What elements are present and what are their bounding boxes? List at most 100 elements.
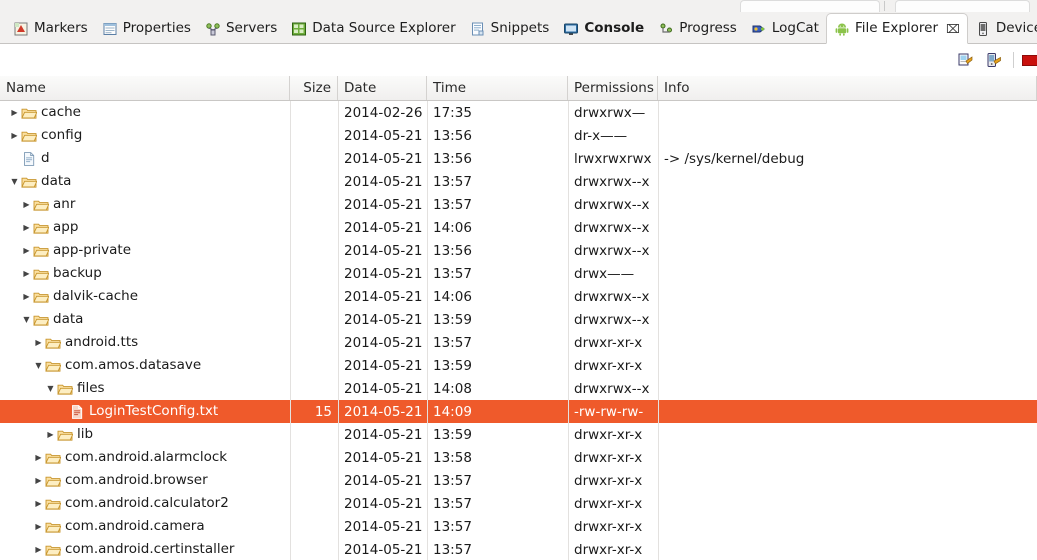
close-icon[interactable]: ⌧ [946,23,960,35]
chevron-down-icon[interactable]: ▼ [8,177,21,186]
chevron-right-icon[interactable]: ▶ [32,545,45,554]
cell-info [658,492,1037,515]
file-name-label: com.amos.datasave [65,356,202,373]
cell-time-value: 13:57 [433,495,472,512]
tab-console[interactable]: Console [556,15,651,43]
chevron-right-icon[interactable]: ▶ [32,499,45,508]
tab-label: Servers [225,20,278,37]
chevron-right-icon[interactable]: ▶ [20,292,33,301]
column-header-size[interactable]: Size [290,76,338,100]
table-row[interactable]: ▶ com.android.camera 2014-05-21 13:57 drwxr… [0,515,1037,538]
cell-time-value: 13:57 [433,541,472,558]
cell-name: ▶ cache [0,101,290,124]
cell-date: 2014-05-21 [338,216,427,239]
file-name-label: files [77,379,105,396]
cell-time-value: 13:56 [433,127,472,144]
tab-properties[interactable]: Properties [95,15,198,43]
folder-icon [21,128,37,144]
file-name-label: com.android.alarmclock [65,448,228,465]
pull-file-icon[interactable] [955,49,977,71]
chevron-right-icon[interactable]: ▶ [32,338,45,347]
cell-time: 13:57 [427,193,568,216]
tab-servers[interactable]: Servers [198,15,284,43]
folder-icon [33,266,49,282]
cell-name: ▶ anr [0,193,290,216]
folder-icon [45,335,61,351]
cell-time-value: 13:57 [433,173,472,190]
push-file-icon[interactable] [983,49,1005,71]
table-row-selected[interactable]: LoginTestConfig.txt 15 2014-05-21 14:09 -rw-… [0,400,1037,423]
chevron-right-icon[interactable]: ▶ [32,453,45,462]
column-header-date[interactable]: Date [338,76,427,100]
database-icon [291,21,307,37]
table-row[interactable]: ▶ cache 2014-02-26 17:35 drwxrwx— [0,101,1037,124]
cell-info [658,262,1037,285]
chevron-right-icon[interactable]: ▶ [44,430,57,439]
chevron-down-icon[interactable]: ▼ [44,384,57,393]
table-row[interactable]: ▶ com.android.calculator2 2014-05-21 13:57… [0,492,1037,515]
table-row[interactable]: ▶ app-private 2014-05-21 13:56 drwxrwx--x [0,239,1037,262]
stop-button[interactable] [1020,49,1037,71]
tab-logcat[interactable]: LogCat [744,15,826,43]
chevron-right-icon[interactable]: ▶ [8,131,21,140]
column-header-permissions[interactable]: Permissions [568,76,658,100]
table-row[interactable]: ▶ com.android.certinstaller 2014-05-21 13:… [0,538,1037,560]
cell-date-value: 2014-05-21 [344,196,423,213]
table-row[interactable]: ▶ backup 2014-05-21 13:57 drwx—— [0,262,1037,285]
chevron-down-icon[interactable]: ▼ [20,315,33,324]
properties-icon [102,21,118,37]
table-row[interactable]: ▶ config 2014-05-21 13:56 dr-x—— [0,124,1037,147]
cell-time-value: 13:56 [433,242,472,259]
chevron-right-icon[interactable]: ▶ [20,269,33,278]
tab-devices[interactable]: Devices [968,15,1037,43]
cell-permissions: drwxr-xr-x [568,492,658,515]
table-row[interactable]: ▶ com.android.alarmclock 2014-05-21 13:58 d… [0,446,1037,469]
table-row[interactable]: ▶ com.android.browser 2014-05-21 13:57 drwx… [0,469,1037,492]
table-row[interactable]: ▼ data 2014-05-21 13:57 drwxrwx--x [0,170,1037,193]
cell-permissions-value: drwxr-xr-x [574,541,643,558]
chevron-down-icon[interactable]: ▼ [32,361,45,370]
column-header-info[interactable]: Info [658,76,1037,100]
file-name-label: config [41,126,83,143]
ghost-separator [884,1,885,11]
chevron-right-icon[interactable]: ▶ [32,522,45,531]
table-row[interactable]: ▼ files 2014-05-21 14:08 drwxrwx--x [0,377,1037,400]
cell-permissions: drwxr-xr-x [568,469,658,492]
cell-time: 13:56 [427,239,568,262]
cell-permissions: drwxr-xr-x [568,515,658,538]
chevron-right-icon[interactable]: ▶ [8,108,21,117]
file-name-label: anr [53,195,76,212]
column-header-name[interactable]: Name [0,76,290,100]
tab-markers[interactable]: Markers [6,15,95,43]
cell-size [290,124,338,147]
cell-info: -> /sys/kernel/debug [658,147,1037,170]
table-row[interactable]: ▶ anr 2014-05-21 13:57 drwxrwx--x [0,193,1037,216]
tab-snippets[interactable]: Snippets [463,15,557,43]
folder-icon [33,243,49,259]
tab-data-source-explorer[interactable]: Data Source Explorer [284,15,462,43]
table-row[interactable]: d 2014-05-21 13:56 lrwxrwxrwx -> /sys/kernel… [0,147,1037,170]
chevron-right-icon[interactable]: ▶ [20,223,33,232]
table-row[interactable]: ▶ app 2014-05-21 14:06 drwxrwx--x [0,216,1037,239]
cell-permissions-value: drwxr-xr-x [574,495,643,512]
cell-time-value: 17:35 [433,104,472,121]
file-name-label: com.android.certinstaller [65,540,235,557]
tab-file-explorer[interactable]: File Explorer ⌧ [825,13,968,44]
chevron-right-icon[interactable]: ▶ [20,200,33,209]
tab-progress[interactable]: Progress [651,15,744,43]
cell-time: 13:59 [427,308,568,331]
column-header-label: Time [433,80,467,96]
cell-size [290,515,338,538]
table-row[interactable]: ▼ com.amos.datasave 2014-05-21 13:59 drwxr-… [0,354,1037,377]
table-row[interactable]: ▶ android.tts 2014-05-21 13:57 drwxr-xr-x [0,331,1037,354]
table-row[interactable]: ▶ lib 2014-05-21 13:59 drwxr-xr-x [0,423,1037,446]
cell-permissions-value: drwxrwx--x [574,173,650,190]
cell-date-value: 2014-05-21 [344,150,423,167]
cell-info [658,170,1037,193]
table-row[interactable]: ▶ dalvik-cache 2014-05-21 14:06 drwxrwx--x [0,285,1037,308]
chevron-right-icon[interactable]: ▶ [20,246,33,255]
cell-name: ▶ android.tts [0,331,290,354]
column-header-time[interactable]: Time [427,76,568,100]
table-row[interactable]: ▼ data 2014-05-21 13:59 drwxrwx--x [0,308,1037,331]
chevron-right-icon[interactable]: ▶ [32,476,45,485]
